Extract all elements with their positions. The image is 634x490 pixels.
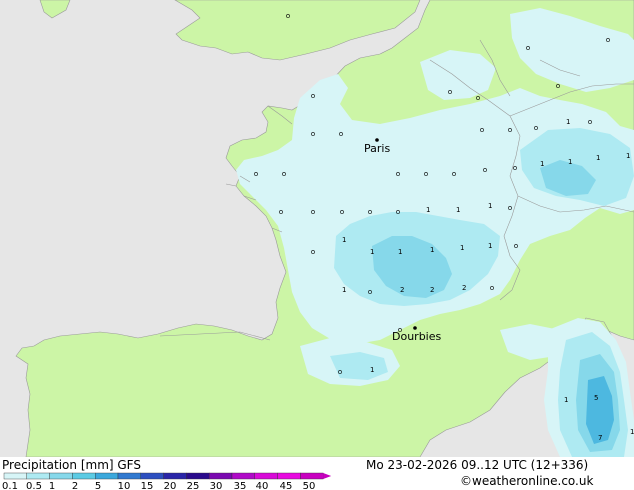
legend-arrow [323, 473, 332, 479]
precip-legend: 0.1 0.5 1 2 5 10 15 20 25 30 35 40 45 50 [2, 472, 332, 490]
precip-value: 1 [342, 236, 346, 244]
precip-value: 2 [400, 286, 404, 294]
precip-value: 1 [488, 202, 492, 210]
legend-swatch [163, 472, 187, 480]
precip-value: 1 [568, 158, 572, 166]
legend-swatch [208, 472, 233, 480]
precipitation-map: 1 1 1 1 1 1 1 1 1 1 1 1 1 1 1 2 2 2 1 1 5 7 1 [0, 0, 634, 457]
legend-swatch [277, 472, 301, 480]
precip-value: 1 [426, 206, 430, 214]
precip-value: 1 [566, 118, 570, 126]
legend-swatch [72, 472, 96, 480]
legend-swatch [49, 472, 73, 480]
precip-value: 2 [462, 284, 466, 292]
precip-value: 1 [398, 248, 402, 256]
legend-tick-label: 2 [72, 481, 78, 490]
legend-tick-label: 0.1 [2, 481, 18, 490]
legend-swatch [26, 472, 50, 480]
legend-swatch [117, 472, 141, 480]
precip-value: 1 [564, 396, 568, 404]
precip-value: 1 [488, 242, 492, 250]
legend-tick-label: 35 [234, 481, 247, 490]
legend-tick-label: 25 [187, 481, 200, 490]
precip-value: 1 [342, 286, 346, 294]
legend-tick-label: 15 [141, 481, 154, 490]
map-view: 11111111111111122211571 Paris Dourbies P… [0, 0, 634, 490]
legend-swatch [254, 472, 278, 480]
precip-value: 1 [626, 152, 630, 160]
precip-value: 7 [598, 434, 602, 442]
legend-tick-label: 10 [118, 481, 131, 490]
legend-swatch [140, 472, 164, 480]
forecast-datetime: Mo 23-02-2026 09..12 UTC (12+336) [366, 458, 589, 472]
legend-tick-label: 0.5 [26, 481, 42, 490]
precip-value: 2 [430, 286, 434, 294]
city-label-paris: Paris [364, 142, 391, 155]
precip-value: 1 [540, 160, 544, 168]
map-title: Precipitation [mm] GFS [2, 458, 141, 472]
credit-text: ©weatheronline.co.uk [460, 474, 594, 488]
precip-value: 1 [430, 246, 434, 254]
legend-tick-label: 1 [49, 481, 55, 490]
precip-value: 1 [370, 366, 374, 374]
legend-swatch [186, 472, 210, 480]
legend-swatch [300, 472, 324, 480]
precip-value: 1 [630, 428, 634, 436]
legend-swatch [94, 472, 119, 480]
legend-tick-label: 30 [210, 481, 223, 490]
precip-value: 1 [460, 244, 464, 252]
legend-swatch [3, 472, 27, 480]
precip-value: 1 [596, 154, 600, 162]
city-label-dourbies: Dourbies [392, 330, 442, 343]
precip-value: 1 [370, 248, 374, 256]
precip-value: 1 [456, 206, 460, 214]
legend-tick-label: 5 [95, 481, 101, 490]
legend-tick-label: 50 [303, 481, 316, 490]
legend-swatch [231, 472, 255, 480]
precip-value: 5 [594, 394, 598, 402]
legend-tick-label: 40 [256, 481, 269, 490]
legend-tick-label: 20 [164, 481, 177, 490]
legend-tick-label: 45 [280, 481, 293, 490]
